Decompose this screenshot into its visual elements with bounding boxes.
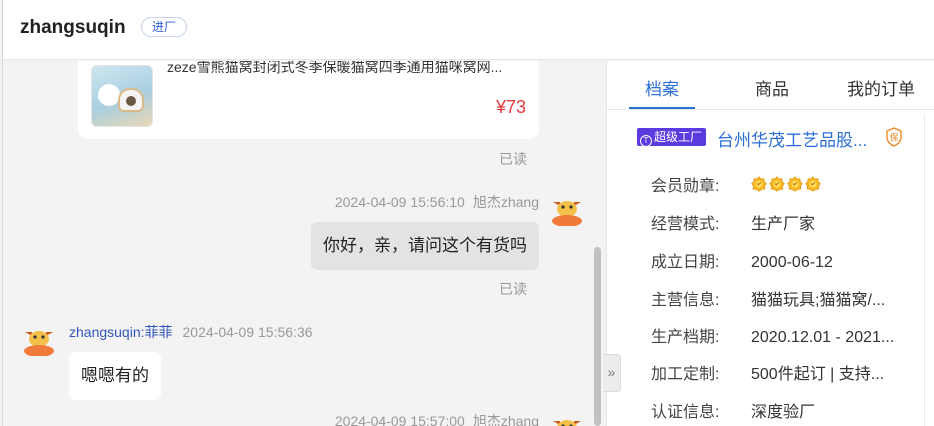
info-row-customization: 加工定制: 500件起订 | 支持... xyxy=(651,360,884,384)
info-value: 2000-06-12 xyxy=(751,254,833,271)
info-label: 主营信息: xyxy=(651,292,720,309)
agent-avatar[interactable] xyxy=(550,411,584,426)
info-row-business-mode: 经营模式: 生产厂家 xyxy=(651,210,815,234)
customer-avatar[interactable] xyxy=(22,322,56,356)
message-list[interactable]: zeze雪熊猫窝封闭式冬季保暖猫窝四季通用猫咪窝网... ¥73 已读 2024… xyxy=(3,61,603,426)
product-card[interactable]: zeze雪熊猫窝封闭式冬季保暖猫窝四季通用猫咪窝网... ¥73 xyxy=(78,61,539,139)
message-meta: 2024-04-09 15:56:10 旭杰zhang xyxy=(335,192,539,212)
super-factory-label: 超级工厂 xyxy=(654,130,703,144)
collapse-panel-button[interactable]: » xyxy=(603,354,621,392)
message-bubble[interactable]: 你好，亲，请问这个有货吗 xyxy=(311,222,539,270)
info-value: 生产厂家 xyxy=(751,216,816,233)
read-status: 已读 xyxy=(499,281,527,297)
svg-text:保: 保 xyxy=(889,132,898,144)
guarantee-shield-icon[interactable]: 保 xyxy=(885,127,903,147)
message-meta: 2024-04-09 15:57:00 旭杰zhang xyxy=(335,411,539,426)
active-tab-indicator xyxy=(629,107,695,109)
info-row-main-business: 主营信息: 猫猫玩具;猫猫窝/... xyxy=(651,286,885,310)
info-panel: 档案 商品 我的订单 T 超级工厂 台州华茂工艺品股... 保 会员勋章: 经营模… xyxy=(606,61,934,426)
super-factory-badge: T 超级工厂 xyxy=(637,128,707,147)
message-bubble[interactable]: 嗯嗯有的 xyxy=(69,352,161,400)
medal-icon xyxy=(751,176,767,192)
info-row-certification: 认证信息: 深度验厂 xyxy=(651,398,815,422)
info-label: 经营模式: xyxy=(651,216,720,233)
message-sender: 旭杰zhang xyxy=(472,413,539,426)
message-sender[interactable]: zhangsuqin:菲菲 xyxy=(69,324,173,340)
info-value: 500件起订 | 支持... xyxy=(751,366,885,383)
factory-logo-icon: T xyxy=(640,135,652,147)
tab-profile[interactable]: 档案 xyxy=(645,75,679,100)
read-status: 已读 xyxy=(499,151,527,167)
chat-header: zhangsuqin 进厂 xyxy=(3,0,934,60)
status-badge[interactable]: 进厂 xyxy=(141,17,188,37)
info-row-founded: 成立日期: 2000-06-12 xyxy=(651,248,833,272)
panel-scrollbar-thumb[interactable] xyxy=(924,114,932,426)
product-price: ¥73 xyxy=(495,97,526,117)
product-image xyxy=(91,65,153,127)
info-value: 猫猫玩具;猫猫窝/... xyxy=(751,292,886,309)
info-row-production-schedule: 生产档期: 2020.12.01 - 2021... xyxy=(651,323,894,347)
message-time: 2024-04-09 15:56:10 xyxy=(334,194,465,210)
medal-icon xyxy=(805,176,821,192)
info-row-medals: 会员勋章: xyxy=(651,172,823,197)
info-label: 认证信息: xyxy=(651,404,720,421)
agent-avatar[interactable] xyxy=(550,192,584,226)
chat-scrollbar-thumb[interactable] xyxy=(594,247,601,426)
message-meta: zhangsuqin:菲菲 2024-04-09 15:56:36 xyxy=(69,322,313,342)
medal-icon xyxy=(787,176,803,192)
tab-my-orders[interactable]: 我的订单 xyxy=(847,75,915,100)
product-title: zeze雪熊猫窝封闭式冬季保暖猫窝四季通用猫咪窝网... xyxy=(167,61,503,75)
message-sender: 旭杰zhang xyxy=(472,194,539,210)
message-time: 2024-04-09 15:56:36 xyxy=(182,324,313,340)
chat-scrollbar[interactable] xyxy=(592,61,603,426)
info-value: 深度验厂 xyxy=(751,404,816,421)
panel-tabs: 档案 商品 我的订单 xyxy=(607,61,934,110)
company-name-link[interactable]: 台州华茂工艺品股... xyxy=(717,126,867,151)
info-value: 2020.12.01 - 2021... xyxy=(751,329,895,346)
message-time: 2024-04-09 15:57:00 xyxy=(334,413,465,426)
info-label: 加工定制: xyxy=(651,366,720,383)
tab-products[interactable]: 商品 xyxy=(755,75,789,100)
panel-scrollbar[interactable] xyxy=(920,110,934,426)
medal-icon xyxy=(769,176,785,192)
contact-name: zhangsuqin xyxy=(20,17,126,38)
info-label: 会员勋章: xyxy=(651,178,720,195)
info-label: 成立日期: xyxy=(651,254,720,271)
member-medals xyxy=(751,176,823,197)
info-label: 生产档期: xyxy=(651,329,720,346)
chat-window: zhangsuqin 进厂 zeze雪熊猫窝封闭式冬季保暖猫窝四季通用猫咪窝网.… xyxy=(2,0,934,426)
